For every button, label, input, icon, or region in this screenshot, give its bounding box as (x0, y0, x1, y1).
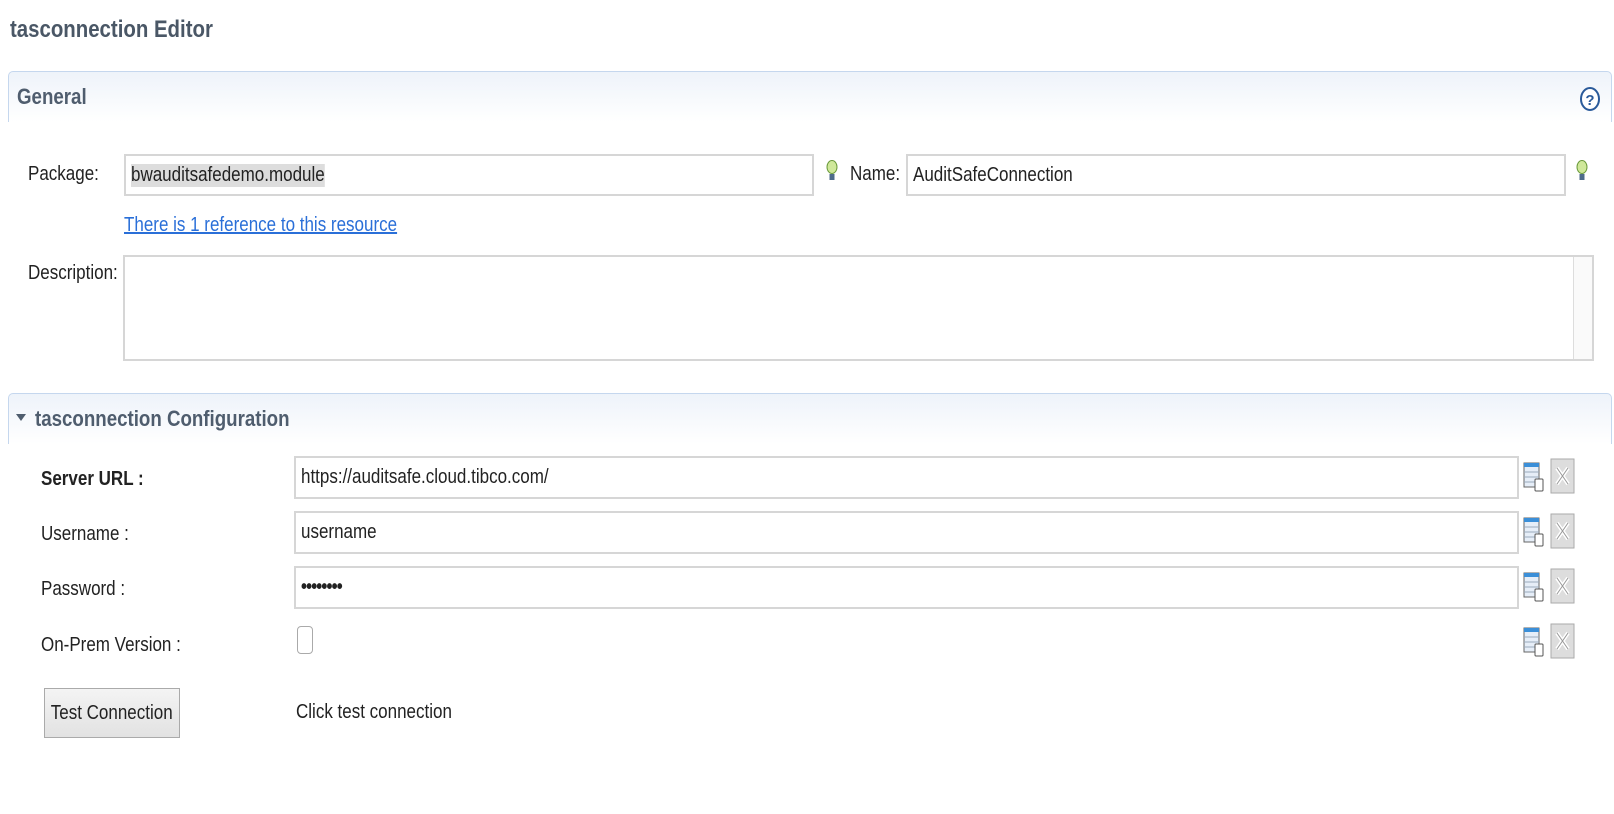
name-label: Name: (850, 163, 901, 185)
password-field[interactable]: •••••••• (294, 566, 1519, 609)
onprem-label: On-Prem Version : (41, 634, 181, 656)
username-label: Username : (41, 523, 129, 545)
collapse-triangle-icon[interactable] (16, 414, 26, 422)
config-header-label: tasconnection Configuration (35, 406, 290, 431)
general-section-header: General ? (8, 71, 1612, 122)
connection-status-text: Click test connection (296, 701, 452, 723)
module-property-icon[interactable] (1523, 571, 1545, 603)
name-field[interactable]: AuditSafeConnection (906, 154, 1566, 196)
clear-value-icon[interactable] (1550, 513, 1575, 549)
test-connection-label: Test Connection (51, 701, 173, 724)
description-field[interactable] (123, 255, 1594, 361)
password-label: Password : (41, 578, 126, 600)
config-section-header[interactable]: tasconnection Configuration (8, 393, 1612, 444)
package-value: bwauditsafedemo.module (131, 163, 325, 187)
package-label: Package: (28, 163, 99, 185)
clear-value-icon[interactable] (1550, 623, 1575, 659)
module-property-icon[interactable] (1523, 626, 1545, 658)
module-property-icon[interactable] (1523, 516, 1545, 548)
module-property-icon[interactable] (1523, 461, 1545, 493)
username-value: username (301, 521, 377, 543)
description-label: Description: (28, 262, 118, 284)
clear-value-icon[interactable] (1550, 568, 1575, 604)
svg-text:?: ? (1585, 92, 1594, 109)
server-url-value: https://auditsafe.cloud.tibco.com/ (301, 466, 549, 488)
test-connection-button[interactable]: Test Connection (44, 688, 180, 738)
package-field[interactable]: bwauditsafedemo.module (124, 154, 814, 196)
server-url-label: Server URL : (41, 468, 144, 490)
general-header-label: General (17, 84, 87, 109)
onprem-checkbox[interactable] (297, 626, 313, 654)
password-value: •••••••• (301, 576, 343, 598)
server-url-field[interactable]: https://auditsafe.cloud.tibco.com/ (294, 456, 1519, 499)
clear-value-icon[interactable] (1550, 458, 1575, 494)
description-scrollbar[interactable] (1573, 257, 1592, 359)
help-icon[interactable]: ? (1579, 86, 1601, 112)
username-field[interactable]: username (294, 511, 1519, 554)
references-link[interactable]: There is 1 reference to this resource (124, 214, 397, 237)
name-value: AuditSafeConnection (913, 163, 1073, 186)
lightbulb-icon (826, 160, 838, 180)
editor-title: tasconnection Editor (10, 16, 213, 43)
lightbulb-icon (1576, 160, 1588, 180)
